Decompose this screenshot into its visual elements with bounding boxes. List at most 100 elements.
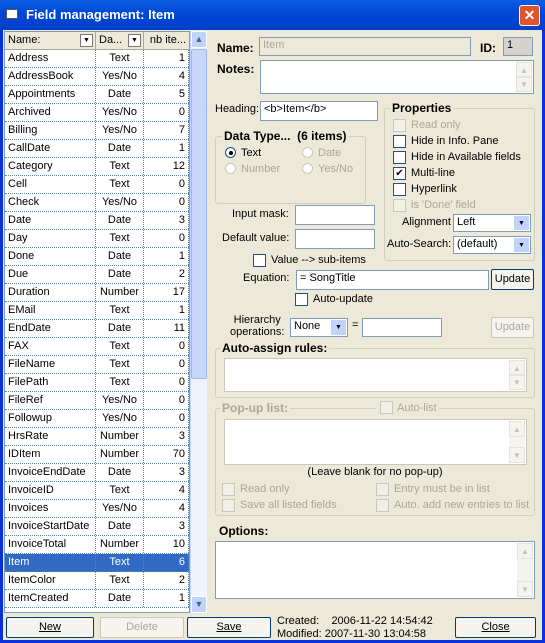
list-row[interactable]: CallDate Date 1 [5, 140, 189, 158]
heading-input[interactable]: <b>Item</b> [260, 101, 378, 121]
list-scrollbar[interactable]: ▲ ▼ [190, 31, 207, 613]
close-button[interactable]: Close [455, 617, 536, 638]
scroll-up-icon[interactable]: ▲ [191, 31, 207, 48]
hierarchy-select[interactable]: None ▼ [290, 318, 348, 337]
list-row[interactable]: FilePath Text 0 [5, 374, 189, 392]
scroll-up-icon[interactable]: ▲ [509, 421, 525, 437]
radio-icon[interactable] [225, 163, 236, 174]
list-row[interactable]: Followup Yes/No 0 [5, 410, 189, 428]
value-subitems-checkbox[interactable] [253, 254, 266, 267]
list-row[interactable]: EndDate Date 11 [5, 320, 189, 338]
notes-textarea[interactable]: ▲ ▼ [260, 60, 534, 94]
entry-in-list-checkbox[interactable] [376, 483, 389, 496]
popup-read-only-checkbox[interactable] [222, 483, 235, 496]
auto-add-checkbox[interactable] [376, 499, 389, 512]
scroll-down-icon[interactable]: ▼ [516, 76, 532, 92]
list-row[interactable]: Due Date 2 [5, 266, 189, 284]
alignment-select[interactable]: Left ▼ [453, 214, 531, 232]
filter-dropdown-icon[interactable]: ▼ [128, 34, 141, 47]
list-row[interactable]: InvoiceEndDate Date 3 [5, 464, 189, 482]
scroll-down-icon[interactable]: ▼ [191, 596, 207, 613]
scroll-down-icon[interactable]: ▼ [517, 581, 533, 597]
list-row[interactable]: Address Text 1 [5, 50, 189, 68]
autolist-option[interactable]: Auto-list [376, 401, 439, 414]
input-mask-input[interactable] [295, 205, 375, 225]
list-row[interactable]: Cell Text 0 [5, 176, 189, 194]
scroll-down-icon[interactable]: ▼ [509, 447, 525, 463]
property-checkbox[interactable] [393, 183, 406, 196]
name-input[interactable]: Item [259, 37, 471, 56]
property-checkbox[interactable] [393, 119, 406, 132]
column-header-type[interactable]: Da... ▼ [96, 32, 144, 49]
list-row[interactable]: Category Text 12 [5, 158, 189, 176]
radio-number[interactable]: Number [225, 163, 280, 175]
scrollbar[interactable]: ▲ ▼ [509, 360, 525, 390]
radio-yesno[interactable]: Yes/No [302, 163, 353, 175]
scroll-up-icon[interactable]: ▲ [517, 543, 533, 559]
auto-update-checkbox[interactable] [295, 293, 308, 306]
list-row[interactable]: FileName Text 0 [5, 356, 189, 374]
chevron-down-icon[interactable]: ▼ [514, 216, 529, 230]
auto-search-select[interactable]: (default) ▼ [453, 236, 531, 254]
list-row[interactable]: Billing Yes/No 7 [5, 122, 189, 140]
scroll-thumb[interactable] [191, 49, 207, 379]
column-header-count[interactable]: nb ite... [144, 32, 189, 49]
save-listed-checkbox[interactable] [222, 499, 235, 512]
list-row[interactable]: HrsRate Number 3 [5, 428, 189, 446]
list-row[interactable]: Duration Number 17 [5, 284, 189, 302]
notes-scrollbar[interactable]: ▲ ▼ [516, 62, 532, 92]
list-row[interactable]: IDItem Number 70 [5, 446, 189, 464]
scrollbar[interactable]: ▲ ▼ [517, 543, 533, 597]
filter-dropdown-icon[interactable]: ▼ [80, 34, 93, 47]
list-row[interactable]: Check Yes/No 0 [5, 194, 189, 212]
list-row[interactable]: InvoiceTotal Number 10 [5, 536, 189, 554]
list-row[interactable]: Appointments Date 5 [5, 86, 189, 104]
field-count: 3 [144, 428, 189, 445]
autolist-checkbox[interactable] [380, 401, 393, 414]
scroll-down-icon[interactable]: ▼ [509, 374, 525, 390]
property-checkbox[interactable] [393, 199, 406, 212]
new-button[interactable]: New [6, 617, 94, 638]
property-checkbox[interactable]: ✔ [393, 167, 406, 180]
options-textarea[interactable]: ▲ ▼ [215, 541, 535, 599]
list-row[interactable]: InvoiceStartDate Date 3 [5, 518, 189, 536]
chevron-down-icon[interactable]: ▼ [514, 238, 529, 252]
delete-button[interactable]: Delete [100, 617, 184, 638]
list-row[interactable]: FileRef Yes/No 0 [5, 392, 189, 410]
radio-text[interactable]: Text [225, 147, 261, 159]
auto-assign-label: Auto-assign rules: [220, 341, 330, 355]
list-row[interactable]: Item Text 6 [5, 554, 189, 572]
default-value-input[interactable] [295, 229, 375, 249]
property-checkbox[interactable] [393, 151, 406, 164]
radio-icon[interactable] [302, 163, 313, 174]
field-list[interactable]: Name: ▼ Da... ▼ nb ite... Address Text 1 Addr… [4, 31, 190, 613]
close-window-button[interactable]: ✕ [519, 5, 540, 26]
list-row[interactable]: InvoiceID Text 4 [5, 482, 189, 500]
hierarchy-value: None [294, 320, 321, 332]
list-row[interactable]: Invoices Yes/No 4 [5, 500, 189, 518]
equation-update-button[interactable]: Update [491, 269, 534, 290]
list-row[interactable]: Archived Yes/No 0 [5, 104, 189, 122]
list-row[interactable]: EMail Text 1 [5, 302, 189, 320]
radio-selected-icon[interactable] [225, 147, 236, 158]
radio-icon[interactable] [302, 147, 313, 158]
equation-input[interactable]: = SongTitle [296, 270, 489, 290]
auto-assign-textarea[interactable]: ▲ ▼ [224, 358, 527, 392]
list-row[interactable]: AddressBook Yes/No 4 [5, 68, 189, 86]
field-count: 0 [144, 356, 189, 373]
property-checkbox[interactable] [393, 135, 406, 148]
save-button[interactable]: Save [187, 617, 271, 638]
list-row[interactable]: ItemCreated Date 1 [5, 590, 189, 608]
radio-date[interactable]: Date [302, 147, 341, 159]
list-row[interactable]: ItemColor Text 2 [5, 572, 189, 590]
hierarchy-input[interactable] [362, 318, 442, 337]
chevron-down-icon[interactable]: ▼ [331, 320, 346, 335]
scrollbar[interactable]: ▲ ▼ [509, 421, 525, 463]
popup-list-textarea[interactable]: ▲ ▼ [224, 419, 527, 465]
column-header-name[interactable]: Name: ▼ [5, 32, 96, 49]
list-row[interactable]: Day Text 0 [5, 230, 189, 248]
hierarchy-update-button[interactable]: Update [491, 317, 534, 338]
list-row[interactable]: Date Date 3 [5, 212, 189, 230]
list-row[interactable]: FAX Text 0 [5, 338, 189, 356]
list-row[interactable]: Done Date 1 [5, 248, 189, 266]
